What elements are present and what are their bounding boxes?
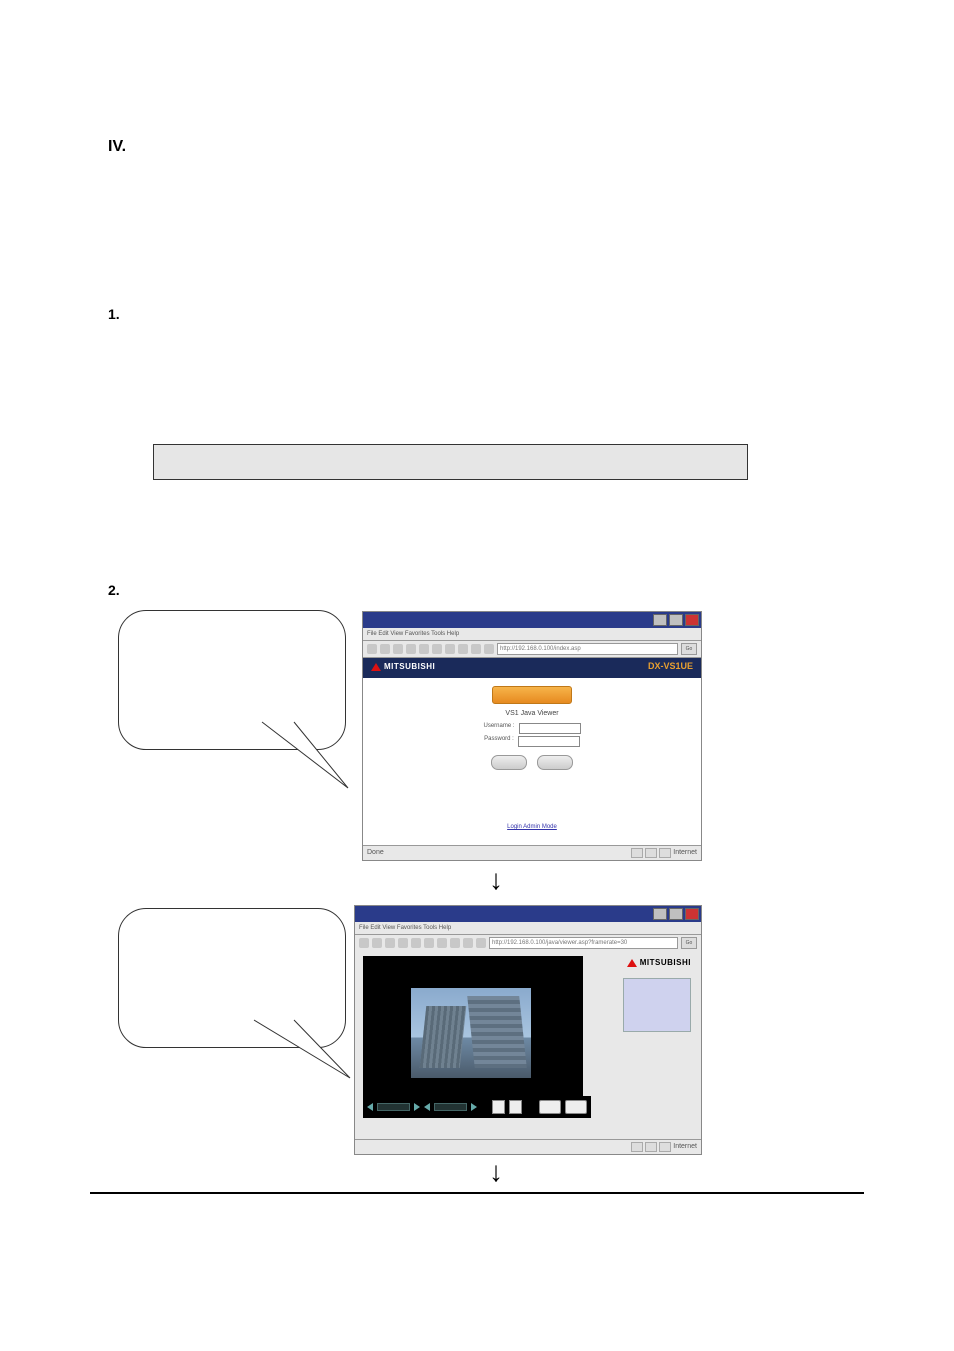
triangle-icon bbox=[371, 663, 381, 671]
camera-image bbox=[411, 988, 531, 1078]
history-icon bbox=[458, 644, 468, 654]
login-button bbox=[491, 755, 527, 770]
brand-text: MITSUBISHI bbox=[384, 662, 435, 671]
brand-logo: MITSUBISHI bbox=[371, 662, 435, 671]
history-icon bbox=[450, 938, 460, 948]
status-zone: Internet bbox=[673, 846, 697, 860]
favorites-icon bbox=[445, 644, 455, 654]
password-label: Password : bbox=[484, 736, 514, 747]
right-arrow-icon bbox=[414, 1103, 420, 1111]
maximize-icon bbox=[669, 614, 683, 626]
reset-button bbox=[537, 755, 573, 770]
forward-icon bbox=[380, 644, 390, 654]
favorites-icon bbox=[437, 938, 447, 948]
right-arrow-icon bbox=[471, 1103, 477, 1111]
slider-track bbox=[377, 1103, 410, 1111]
screenshot-login-page: File Edit View Favorites Tools Help http… bbox=[362, 611, 702, 861]
horizontal-rule bbox=[90, 1192, 864, 1194]
viewer-body: MITSUBISHI bbox=[355, 950, 701, 1140]
go-button: Go bbox=[681, 937, 697, 949]
zone-icon bbox=[659, 1142, 671, 1152]
zone-icon bbox=[659, 848, 671, 858]
print-icon bbox=[484, 644, 494, 654]
close-icon bbox=[685, 908, 699, 920]
home-icon bbox=[411, 938, 421, 948]
maximize-icon bbox=[669, 908, 683, 920]
close-icon bbox=[685, 614, 699, 626]
step-2-number: 2. bbox=[108, 582, 120, 598]
admin-mode-link: Login Admin Mode bbox=[363, 824, 701, 830]
slider-track bbox=[434, 1103, 467, 1111]
building-left bbox=[420, 1006, 467, 1068]
refresh-icon bbox=[406, 644, 416, 654]
search-icon bbox=[432, 644, 442, 654]
grey-info-box bbox=[153, 444, 748, 480]
control-pill-button bbox=[539, 1100, 561, 1114]
minimize-icon bbox=[653, 908, 667, 920]
section-number: IV. bbox=[108, 138, 126, 156]
down-arrow-icon: ↓ bbox=[489, 864, 503, 896]
orange-banner-button bbox=[492, 686, 572, 704]
back-icon bbox=[359, 938, 369, 948]
search-icon bbox=[424, 938, 434, 948]
status-segment bbox=[645, 848, 657, 858]
back-icon bbox=[367, 644, 377, 654]
toolbar: http://192.168.0.100/index.asp Go bbox=[363, 641, 701, 658]
window-titlebar bbox=[355, 906, 701, 922]
side-menu-item bbox=[624, 1012, 690, 1019]
control-pill-button bbox=[565, 1100, 587, 1114]
down-arrow-icon: ↓ bbox=[489, 1156, 503, 1188]
side-menu-item bbox=[624, 988, 690, 995]
side-menu-item bbox=[624, 996, 690, 1003]
menu-bar: File Edit View Favorites Tools Help bbox=[355, 922, 701, 935]
address-bar: http://192.168.0.100/index.asp bbox=[497, 643, 678, 655]
password-field bbox=[518, 736, 580, 747]
side-menu-item bbox=[624, 1004, 690, 1011]
mail-icon bbox=[463, 938, 473, 948]
model-label: DX-VS1UE bbox=[648, 661, 693, 671]
login-heading: VS1 Java Viewer bbox=[363, 710, 701, 717]
username-label: Username : bbox=[483, 723, 514, 734]
username-field bbox=[519, 723, 581, 734]
status-segment bbox=[645, 1142, 657, 1152]
menu-bar: File Edit View Favorites Tools Help bbox=[363, 628, 701, 641]
callout-tail-2 bbox=[252, 1018, 362, 1098]
minimize-icon bbox=[653, 614, 667, 626]
stop-icon bbox=[385, 938, 395, 948]
video-canvas bbox=[363, 956, 583, 1116]
mail-icon bbox=[471, 644, 481, 654]
left-arrow-icon bbox=[424, 1103, 430, 1111]
refresh-icon bbox=[398, 938, 408, 948]
left-arrow-icon bbox=[367, 1103, 373, 1111]
control-square-button bbox=[492, 1100, 505, 1114]
callout-tail-1 bbox=[260, 720, 360, 800]
step-1-number: 1. bbox=[108, 306, 120, 322]
side-menu-item bbox=[624, 980, 690, 987]
status-bar: Done Internet bbox=[363, 845, 701, 860]
page-header-bar: MITSUBISHI DX-VS1UE bbox=[363, 658, 701, 680]
side-brand-logo: MITSUBISHI bbox=[627, 958, 691, 967]
go-button: Go bbox=[681, 643, 697, 655]
side-menu-panel bbox=[623, 978, 691, 1032]
triangle-icon bbox=[627, 959, 637, 967]
address-bar: http://192.168.0.100/java/viewer.asp?fra… bbox=[489, 937, 678, 949]
forward-icon bbox=[372, 938, 382, 948]
login-body: VS1 Java Viewer Username : Password : Lo… bbox=[363, 678, 701, 846]
playback-control-bar bbox=[363, 1096, 591, 1118]
status-bar: Internet bbox=[355, 1139, 701, 1154]
status-zone: Internet bbox=[673, 1140, 697, 1154]
side-brand-text: MITSUBISHI bbox=[640, 958, 691, 967]
status-segment bbox=[631, 848, 643, 858]
stop-icon bbox=[393, 644, 403, 654]
window-titlebar bbox=[363, 612, 701, 628]
control-square-button bbox=[509, 1100, 522, 1114]
status-text: Done bbox=[367, 849, 384, 856]
home-icon bbox=[419, 644, 429, 654]
building-right bbox=[467, 996, 527, 1068]
print-icon bbox=[476, 938, 486, 948]
status-segment bbox=[631, 1142, 643, 1152]
screenshot-viewer-page: File Edit View Favorites Tools Help http… bbox=[354, 905, 702, 1155]
